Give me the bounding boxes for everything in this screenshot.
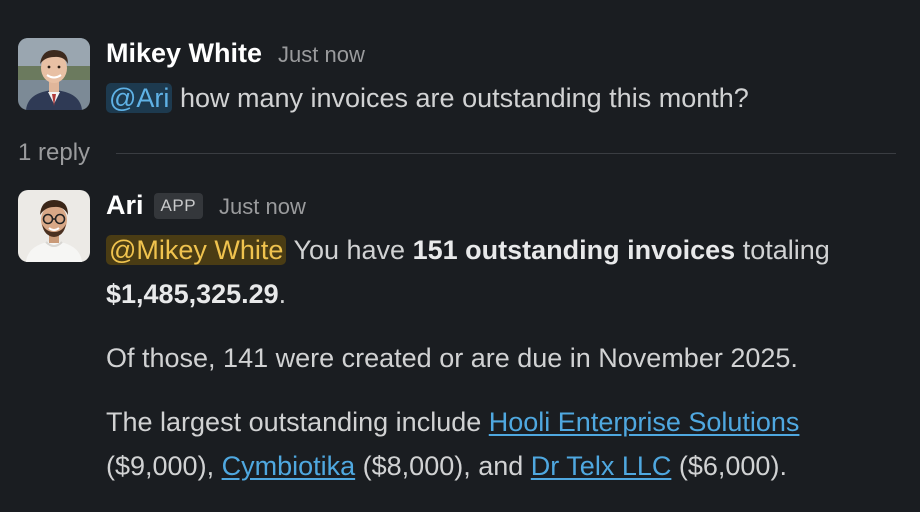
amount-text: ($6,000). xyxy=(678,451,787,481)
timestamp[interactable]: Just now xyxy=(219,194,306,220)
reply-count-link[interactable]: 1 reply xyxy=(18,139,90,167)
link-dr-telx[interactable]: Dr Telx LLC xyxy=(531,451,672,481)
paragraph-2: Of those, 141 were created or are due in… xyxy=(106,343,798,373)
avatar-ari[interactable] xyxy=(18,190,90,262)
text-span: . xyxy=(278,279,287,309)
message-header: Mikey White Just now xyxy=(106,38,365,69)
timestamp[interactable]: Just now xyxy=(278,42,365,68)
message-text: how many invoices are outstanding this m… xyxy=(179,83,749,113)
mention-ari[interactable]: @Ari xyxy=(106,83,173,113)
sender-name[interactable]: Mikey White xyxy=(106,38,262,69)
avatar-mikey-white[interactable] xyxy=(18,38,90,110)
paragraph-1: @Mikey White You have 151 outstanding in… xyxy=(106,228,900,316)
app-badge: APP xyxy=(153,193,204,219)
divider xyxy=(116,152,896,154)
message-body: @Mikey White You have 151 outstanding in… xyxy=(106,228,900,488)
mention-mikey-white[interactable]: @Mikey White xyxy=(106,235,287,265)
amount-text: ($8,000), and xyxy=(362,451,524,481)
sender-name[interactable]: Ari xyxy=(106,190,144,221)
message-body: @Ari how many invoices are outstanding t… xyxy=(106,76,900,120)
text-span: totaling xyxy=(742,235,830,265)
invoice-count: 151 outstanding invoices xyxy=(412,235,736,265)
message-header: Ari APP Just now xyxy=(106,190,306,222)
text-span: You have xyxy=(293,235,406,265)
paragraph-3: The largest outstanding include Hooli En… xyxy=(106,400,900,488)
link-cymbiotika[interactable]: Cymbiotika xyxy=(222,451,356,481)
total-amount: $1,485,325.29 xyxy=(106,279,279,309)
thread-reply-row: 1 reply xyxy=(18,136,896,170)
link-hooli[interactable]: Hooli Enterprise Solutions xyxy=(489,407,800,437)
avatar-ari-image xyxy=(18,190,90,262)
avatar-mikey-image xyxy=(18,38,90,110)
amount-text: ($9,000), xyxy=(106,451,215,481)
text-span: The largest outstanding include xyxy=(106,407,482,437)
